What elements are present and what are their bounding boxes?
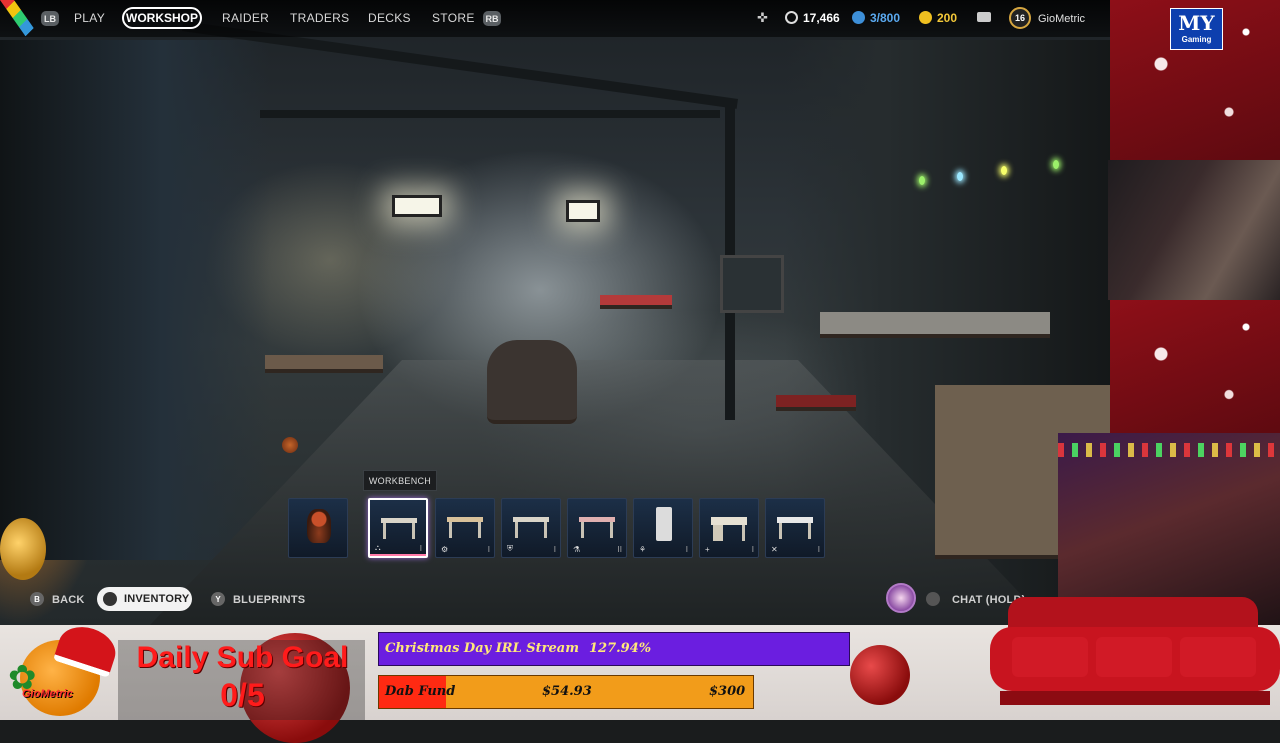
rooster-figure [282, 437, 298, 453]
nav-traders[interactable]: TRADERS [290, 11, 349, 25]
level-badge: 16 [1009, 7, 1031, 29]
string-light [919, 176, 925, 185]
slot-tier: I [553, 545, 556, 554]
y-button-icon: Y [211, 592, 225, 606]
logo-subtext: Gaming [1181, 35, 1212, 44]
string-light [957, 172, 963, 181]
slot-tier: I [817, 545, 820, 554]
globe-lamp [0, 518, 46, 580]
stream-goal-label: Christmas Day IRL Stream [385, 641, 579, 656]
slot-tier: I [751, 545, 754, 554]
inventory-label: INVENTORY [124, 593, 190, 605]
christmas-lights [1058, 443, 1280, 457]
logo-text: MY [1178, 11, 1215, 35]
brand-name: GioMetric [22, 688, 73, 700]
mail-icon[interactable] [977, 12, 991, 22]
nav-raider[interactable]: RAIDER [222, 11, 269, 25]
slot-cabinet[interactable]: ⚘ I [633, 498, 693, 558]
lab-bench-icon [579, 517, 615, 538]
slot-rooster[interactable] [288, 498, 348, 558]
currency-coins: 17,466 [803, 11, 840, 25]
nav-play[interactable]: PLAY [74, 11, 105, 25]
slot-type-icon: ⛨ [507, 544, 513, 553]
slot-type-icon: ⚗ [573, 545, 581, 554]
slot-tier: I [419, 544, 422, 553]
red-couch-graphic [990, 597, 1280, 720]
coin-icon [785, 11, 798, 24]
work-lamp [566, 200, 600, 222]
inventory-button[interactable]: INVENTORY [97, 587, 192, 611]
slot-tier: II [617, 545, 622, 554]
slot-type-icon: ⚘ [639, 545, 647, 554]
stream-goal-bar: Christmas Day IRL Stream 127.94% [378, 632, 850, 666]
slot-type-icon: + [705, 545, 710, 554]
nav-workshop[interactable]: WORKSHOP [122, 7, 202, 29]
slot-bench-bio[interactable]: ⚗ II [567, 498, 627, 558]
office-chair [776, 395, 856, 411]
ornament-decoration [850, 645, 910, 705]
bench-icon [513, 517, 549, 538]
dab-fund-label: Dab Fund [385, 684, 456, 699]
sub-goal-title: Daily Sub Goal [136, 641, 349, 674]
slot-desk-tools[interactable]: ✕ I [765, 498, 825, 558]
b-button-icon: B [30, 592, 44, 606]
workbench-icon [381, 518, 417, 539]
side-table [265, 355, 383, 373]
blueprints-button[interactable]: BLUEPRINTS [233, 594, 305, 606]
sub-goal-count: 0/5 [220, 677, 265, 713]
back-button[interactable]: BACK [52, 594, 85, 606]
desk-icon [711, 517, 747, 541]
dab-fund-value: $54.93 [542, 684, 592, 699]
channel-logo: MY Gaming [1170, 8, 1223, 50]
slot-table[interactable]: ⚙ I [435, 498, 495, 558]
snow-background [1110, 300, 1280, 435]
nav-store[interactable]: STORE [432, 11, 475, 25]
crt-monitor [720, 255, 784, 313]
slot-type-icon: ⚙ [441, 545, 449, 554]
currency-credits: 3/800 [870, 11, 901, 25]
dab-fund-goal: $300 [709, 684, 746, 699]
lb-button-hint: LB [41, 11, 59, 26]
character-avatar[interactable] [886, 583, 916, 613]
work-lamp [392, 195, 442, 217]
slot-workbench[interactable]: ⛬ I [368, 498, 428, 558]
armchair [487, 340, 577, 424]
slot-desk-medical[interactable]: + I [699, 498, 759, 558]
brand-stripe [0, 0, 40, 37]
nav-decks[interactable]: DECKS [368, 11, 411, 25]
top-nav-bar: LB PLAY WORKSHOP RAIDER TRADERS DECKS ST… [0, 0, 1110, 37]
slot-bench-shield[interactable]: ⛨ I [501, 498, 561, 558]
slot-type-icon: ✕ [771, 545, 778, 554]
workbench-tooltip: WORKBENCH [363, 470, 437, 491]
brand-badge: ✿ GioMetric [0, 620, 122, 720]
table-icon [447, 517, 483, 538]
credits-icon [852, 11, 865, 24]
stream-goal-value: 127.94% [589, 641, 652, 656]
inventory-icon [103, 592, 117, 606]
rooster-icon [307, 509, 331, 543]
dab-fund-bar: Dab Fund $54.93 $300 [378, 675, 754, 709]
desk-icon [777, 517, 813, 539]
username[interactable]: GioMetric [1038, 13, 1085, 25]
slot-tier: I [685, 545, 688, 554]
slot-type-icon: ⛬ [375, 543, 381, 552]
currency-gold: 200 [937, 11, 958, 25]
string-light [1053, 160, 1059, 169]
cabinet-icon [656, 507, 672, 541]
gold-icon [919, 11, 932, 24]
rb-button-hint: RB [483, 11, 501, 26]
chat-menu-icon [926, 592, 940, 606]
slot-tier: I [487, 545, 490, 554]
ceiling-beam [260, 110, 720, 118]
left-wall [0, 40, 270, 560]
string-light [1001, 166, 1007, 175]
steel-workbench [820, 312, 1050, 338]
webcam-top [1108, 160, 1280, 300]
controller-icon: ✜ [757, 10, 768, 25]
red-table [600, 295, 672, 309]
